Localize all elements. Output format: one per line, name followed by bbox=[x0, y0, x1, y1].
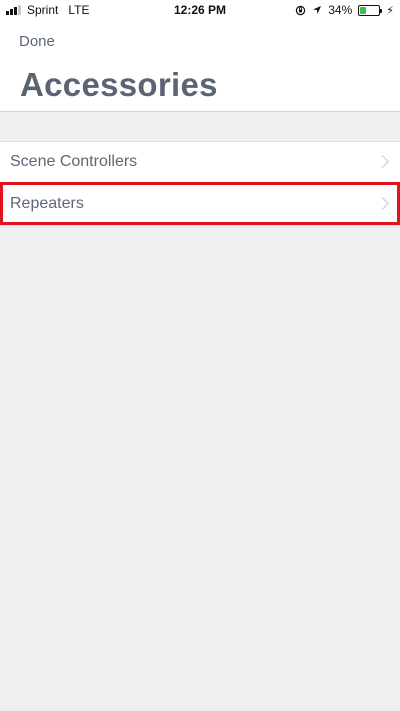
charging-bolt-icon: ⚡ bbox=[386, 4, 394, 17]
status-bar: Sprint LTE 12:26 PM 34% ⚡ bbox=[0, 0, 400, 20]
page-title: Accessories bbox=[20, 66, 218, 103]
list-item-repeaters[interactable]: Repeaters bbox=[0, 184, 400, 226]
battery-fill bbox=[360, 6, 367, 14]
chevron-right-icon bbox=[376, 155, 389, 168]
done-button[interactable]: Done bbox=[19, 33, 55, 50]
list-item-scene-controllers[interactable]: Scene Controllers bbox=[0, 142, 400, 184]
chevron-right-icon bbox=[376, 197, 389, 210]
list-item-label: Scene Controllers bbox=[10, 153, 138, 170]
accessories-list: Scene Controllers Repeaters bbox=[0, 141, 400, 226]
location-arrow-icon bbox=[313, 6, 322, 14]
battery-percent: 34% bbox=[328, 3, 353, 17]
list-item-label: Repeaters bbox=[10, 195, 84, 212]
navigation-bar: Done Accessories bbox=[0, 20, 400, 112]
status-bar-right: 34% ⚡ bbox=[295, 3, 394, 17]
battery-icon bbox=[358, 4, 383, 16]
lock-rotation-icon bbox=[296, 5, 306, 15]
